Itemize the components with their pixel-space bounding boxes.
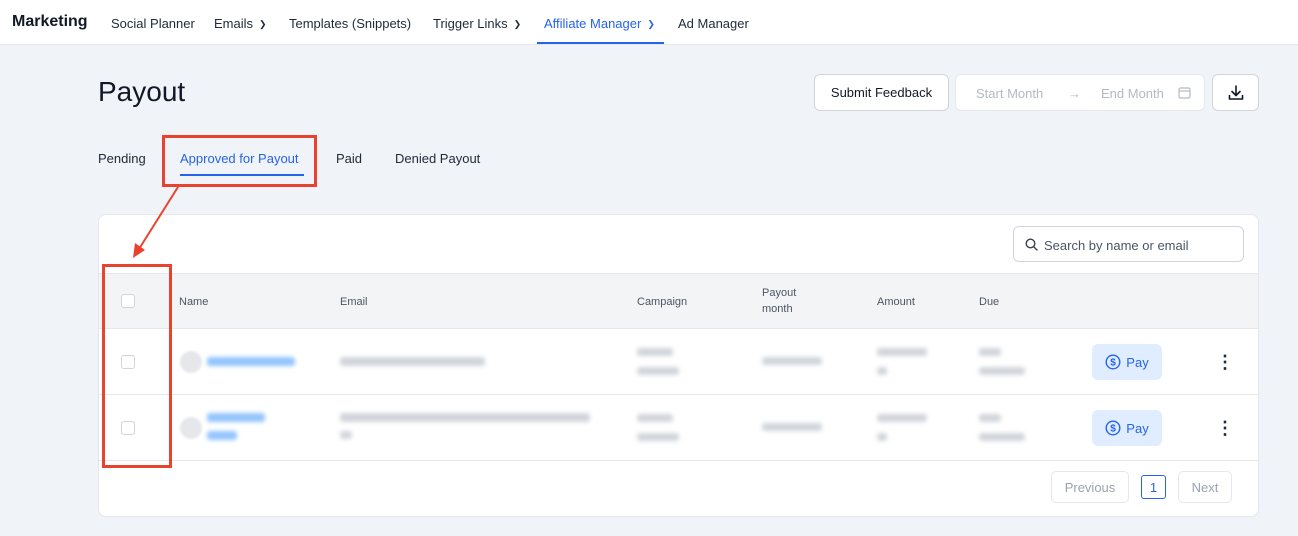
annotation-arrow-icon (133, 186, 179, 258)
